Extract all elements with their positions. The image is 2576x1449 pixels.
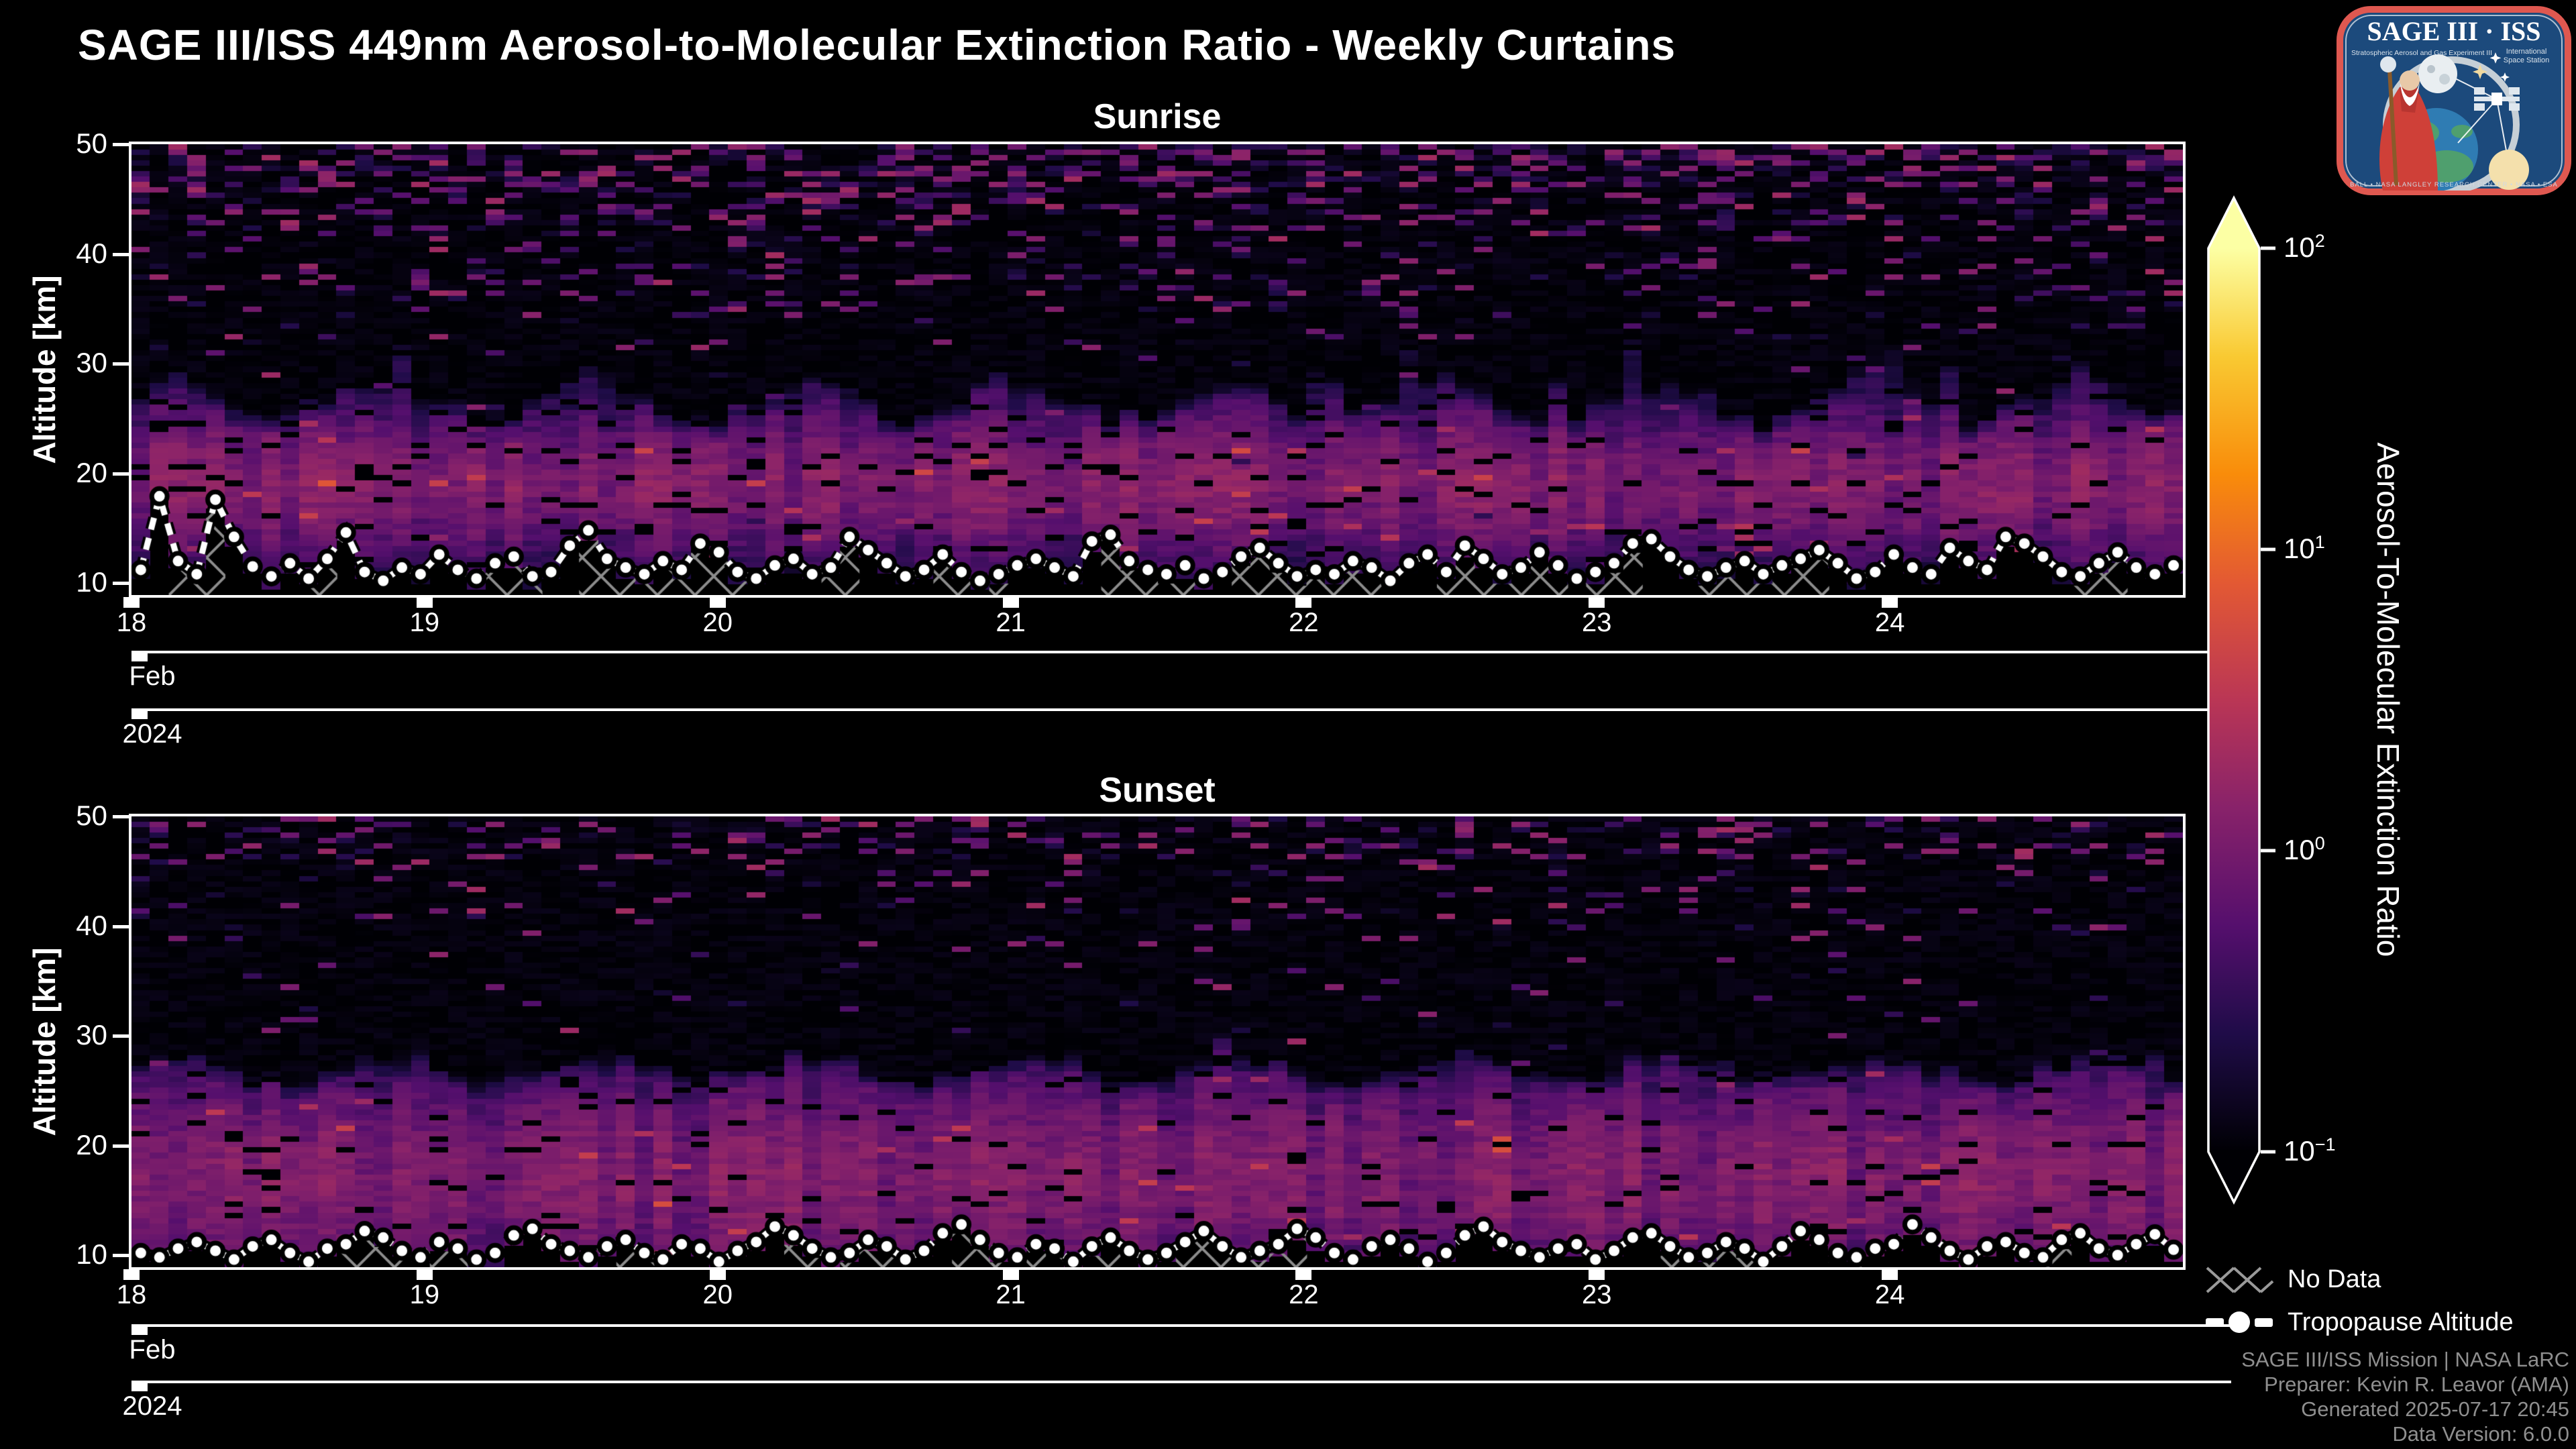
- x-tick-label: 21: [996, 608, 1026, 637]
- x-tick-mark: [1295, 597, 1312, 608]
- x-tick-label: 19: [409, 1280, 440, 1309]
- x-tick-label: 24: [1874, 1280, 1905, 1309]
- x-tick-label: 21: [996, 1280, 1026, 1309]
- panel-title-sunrise: Sunrise: [1093, 97, 1222, 136]
- y-tick-label: 30: [76, 347, 107, 378]
- heatmap-canvas-sunset: [131, 816, 2183, 1267]
- month-label-sunset: Feb: [129, 1335, 176, 1364]
- moon-icon: [2418, 54, 2457, 93]
- legend-no-data-label: No Data: [2288, 1265, 2381, 1293]
- year-axis-line-sunrise: [131, 708, 2231, 711]
- x-tick-label: 20: [702, 1280, 733, 1309]
- x-tick-label: 20: [702, 608, 733, 637]
- y-tick-mark: [113, 1254, 129, 1257]
- month-label-sunrise: Feb: [129, 661, 176, 691]
- month-axis-line-sunset: [131, 1324, 2231, 1327]
- colorbar: [2207, 195, 2275, 1205]
- x-tick-label: 23: [1582, 1280, 1612, 1309]
- credit-generated: Generated 2025-07-17 20:45: [2301, 1397, 2569, 1421]
- year-label-sunrise: 2024: [122, 719, 182, 749]
- month-axis-tick-sunrise: [131, 653, 148, 661]
- panel-title-sunset: Sunset: [1099, 771, 1216, 810]
- month-axis-tick-sunset: [131, 1327, 148, 1335]
- year-label-sunset: 2024: [122, 1391, 182, 1421]
- x-tick-mark: [416, 597, 433, 608]
- y-tick-mark: [113, 1034, 129, 1038]
- credit-data-version: Data Version: 6.0.0: [2392, 1422, 2569, 1446]
- y-tick-mark: [113, 924, 129, 928]
- x-tick-mark: [709, 1269, 726, 1280]
- patch-title: SAGE III · ISS: [2367, 16, 2540, 46]
- x-tick-mark: [416, 1269, 433, 1280]
- x-tick-mark: [1295, 1269, 1312, 1280]
- x-tick-label: 22: [1289, 608, 1319, 637]
- credit-mission: SAGE III/ISS Mission | NASA LaRC: [2241, 1348, 2569, 1371]
- x-tick-mark: [1882, 1269, 1898, 1280]
- x-tick-mark: [123, 597, 140, 608]
- year-axis-tick-sunrise: [131, 711, 148, 719]
- month-axis-line-sunrise: [131, 651, 2231, 653]
- x-tick-mark: [709, 597, 726, 608]
- colorbar-tick-label: 100: [2284, 833, 2325, 865]
- patch-subtitle-right-2: Space Station: [2504, 56, 2550, 64]
- y-tick-mark: [113, 362, 129, 366]
- colorbar-axis-label: Aerosol-To-Molecular Extinction Ratio: [2371, 442, 2406, 957]
- y-tick-label: 50: [76, 800, 107, 831]
- x-tick-label: 22: [1289, 1280, 1319, 1309]
- y-tick-label: 20: [76, 456, 107, 488]
- colorbar-gradient-bar: [2207, 195, 2261, 1205]
- y-tick-mark: [113, 815, 129, 818]
- y-tick-label: 20: [76, 1128, 107, 1161]
- colorbar-tick-label: 102: [2284, 231, 2325, 263]
- heatmap-canvas-sunrise: [131, 144, 2183, 595]
- colorbar-tick-label: 10−1: [2284, 1134, 2336, 1167]
- credits-block: SAGE III/ISS Mission | NASA LaRC Prepare…: [1898, 1347, 2569, 1446]
- colorbar-ticks: [2261, 246, 2275, 1154]
- y-tick-mark: [113, 582, 129, 585]
- y-tick-label: 30: [76, 1019, 107, 1051]
- y-tick-mark: [113, 1144, 129, 1148]
- no-data-hatch-icon: [2206, 1267, 2274, 1293]
- y-tick-label: 40: [76, 237, 107, 269]
- x-tick-mark: [1002, 597, 1019, 608]
- x-tick-label: 19: [409, 608, 440, 637]
- y-tick-label: 10: [76, 566, 107, 598]
- patch-subtitle-left: Stratospheric Aerosol and Gas Experiment…: [2351, 49, 2492, 57]
- colorbar-tick-label: 101: [2284, 532, 2325, 564]
- x-tick-mark: [1882, 597, 1898, 608]
- x-tick-label: 18: [116, 1280, 147, 1309]
- y-tick-mark: [113, 472, 129, 476]
- page-title: SAGE III/ISS 449nm Aerosol-to-Molecular …: [78, 21, 1676, 69]
- year-axis-tick-sunset: [131, 1383, 148, 1391]
- x-tick-mark: [1002, 1269, 1019, 1280]
- y-tick-mark: [113, 252, 129, 256]
- mission-patch-logo: SAGE III · ISS Stratospheric Aerosol and…: [2337, 6, 2571, 195]
- x-tick-label: 24: [1874, 608, 1905, 637]
- y-tick-mark: [113, 143, 129, 146]
- x-tick-mark: [1589, 1269, 1605, 1280]
- x-tick-mark: [1589, 597, 1605, 608]
- y-tick-label: 10: [76, 1238, 107, 1270]
- weekly-curtains-figure: SAGE III/ISS 449nm Aerosol-to-Molecular …: [0, 0, 2576, 1449]
- x-tick-label: 18: [116, 608, 147, 637]
- x-tick-label: 23: [1582, 608, 1612, 637]
- y-tick-label: 50: [76, 127, 107, 159]
- legend-tropopause-label: Tropopause Altitude: [2288, 1308, 2514, 1336]
- patch-subtitle-right-1: International: [2506, 48, 2547, 56]
- credit-preparer: Preparer: Kevin R. Leavor (AMA): [2264, 1373, 2569, 1396]
- tropopause-marker-icon: [2206, 1311, 2273, 1333]
- patch-ring-text: BALL • NASA LANGLEY RESEARCH CENTER • NA…: [2350, 181, 2558, 189]
- y-tick-label: 40: [76, 909, 107, 941]
- x-tick-mark: [123, 1269, 140, 1280]
